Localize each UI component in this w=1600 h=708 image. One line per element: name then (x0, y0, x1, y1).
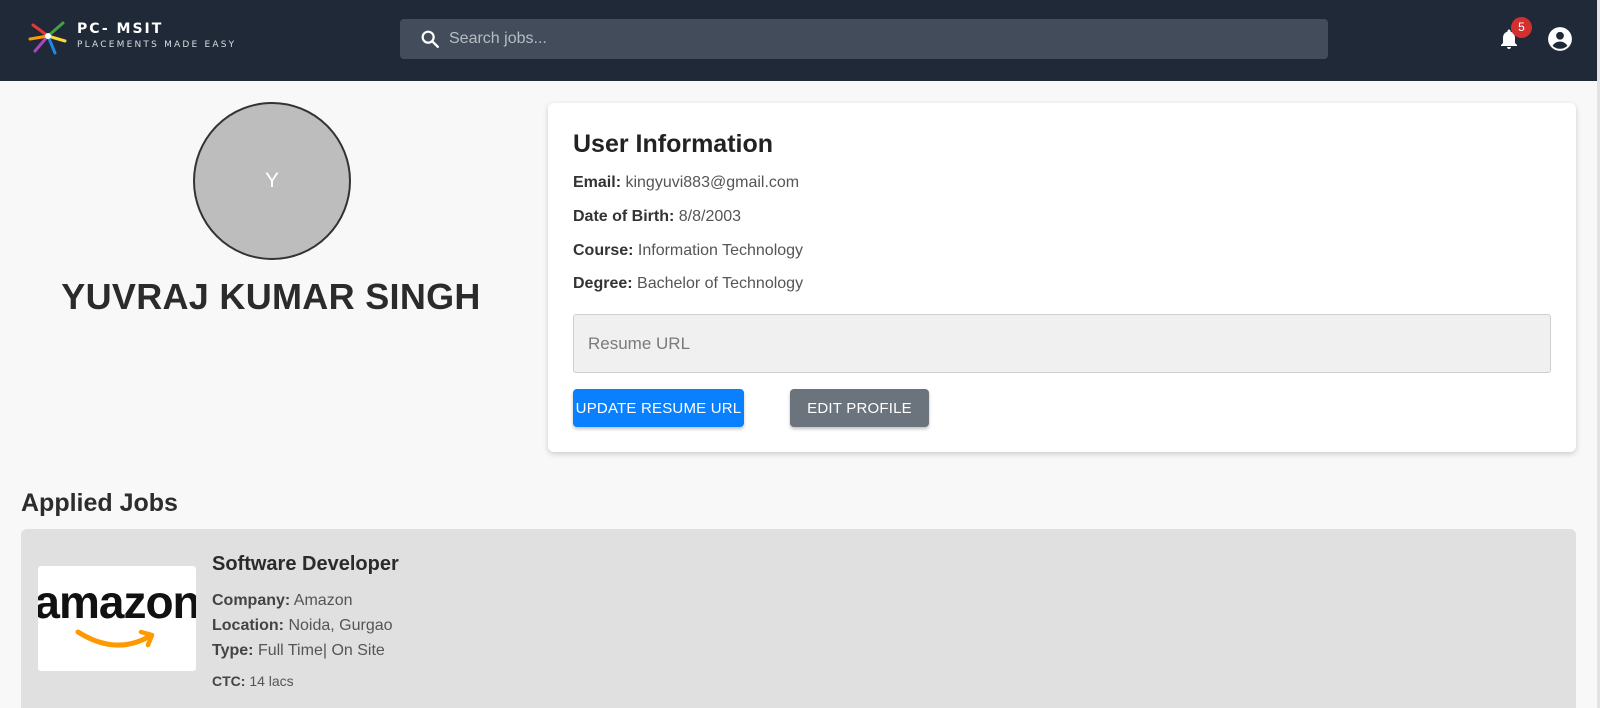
brand-star-icon (28, 21, 67, 55)
dob-label: Date of Birth: (573, 208, 675, 225)
dob-row: Date of Birth: 8/8/2003 (573, 208, 741, 226)
course-value: Information Technology (637, 242, 804, 259)
update-resume-url-button[interactable]: UPDATE RESUME URL (573, 389, 744, 427)
email-row: Email: kingyuvi883@gmail.com (573, 174, 799, 192)
amazon-logo-icon: amazon (38, 576, 196, 648)
dob-value: 8/8/2003 (678, 208, 742, 225)
job-location-row: Location: Noida, Gurgao (212, 617, 393, 635)
degree-value: Bachelor of Technology (637, 275, 804, 292)
account-circle-icon[interactable] (1547, 26, 1573, 52)
job-company-row: Company: Amazon (212, 592, 353, 610)
notification-count-badge: 5 (1511, 17, 1532, 38)
degree-row: Degree: Bachelor of Technology (573, 275, 803, 293)
location-label: Location: (212, 617, 284, 634)
email-value: kingyuvi883@gmail.com (625, 174, 800, 191)
resume-url-input[interactable] (574, 315, 1550, 372)
search-icon (421, 30, 439, 48)
job-type-row: Type: Full Time| On Site (212, 642, 385, 660)
company-label: Company: (212, 592, 291, 609)
brand-logo[interactable]: PC- MSIT PLACEMENTS MADE EASY (27, 16, 236, 56)
location-value: Noida, Gurgao (288, 617, 393, 634)
job-card[interactable]: amazon Software Developer Company: Amazo… (21, 529, 1576, 708)
user-info-card: User Information Email: kingyuvi883@gmai… (548, 103, 1576, 452)
company-value: Amazon (293, 592, 353, 609)
avatar-initial: Y (264, 169, 279, 192)
profile-name: YUVRAJ KUMAR SINGH (61, 276, 481, 317)
resume-url-field[interactable] (573, 314, 1551, 373)
type-value: Full Time| On Site (257, 642, 385, 659)
job-ctc-row: CTC: 14 lacs (212, 673, 294, 689)
email-label: Email: (573, 174, 622, 191)
user-info-title: User Information (573, 130, 774, 158)
ctc-label: CTC: (212, 673, 246, 689)
edit-profile-button[interactable]: EDIT PROFILE (790, 389, 929, 427)
type-label: Type: (212, 642, 254, 659)
brand-title: PC- MSIT (77, 21, 164, 37)
brand-tagline: PLACEMENTS MADE EASY (77, 40, 237, 50)
degree-label: Degree: (573, 275, 633, 292)
applied-jobs-heading: Applied Jobs (21, 489, 178, 517)
company-logo: amazon (38, 566, 196, 671)
course-label: Course: (573, 242, 634, 259)
search-input[interactable] (449, 19, 1328, 59)
top-navbar: PC- MSIT PLACEMENTS MADE EASY 5 (0, 0, 1600, 81)
amazon-logo-text: amazon (38, 576, 196, 628)
course-row: Course: Information Technology (573, 242, 803, 260)
avatar: Y (193, 102, 351, 260)
ctc-value: 14 lacs (249, 673, 294, 689)
job-title[interactable]: Software Developer (212, 553, 399, 576)
search-bar[interactable] (400, 19, 1328, 59)
